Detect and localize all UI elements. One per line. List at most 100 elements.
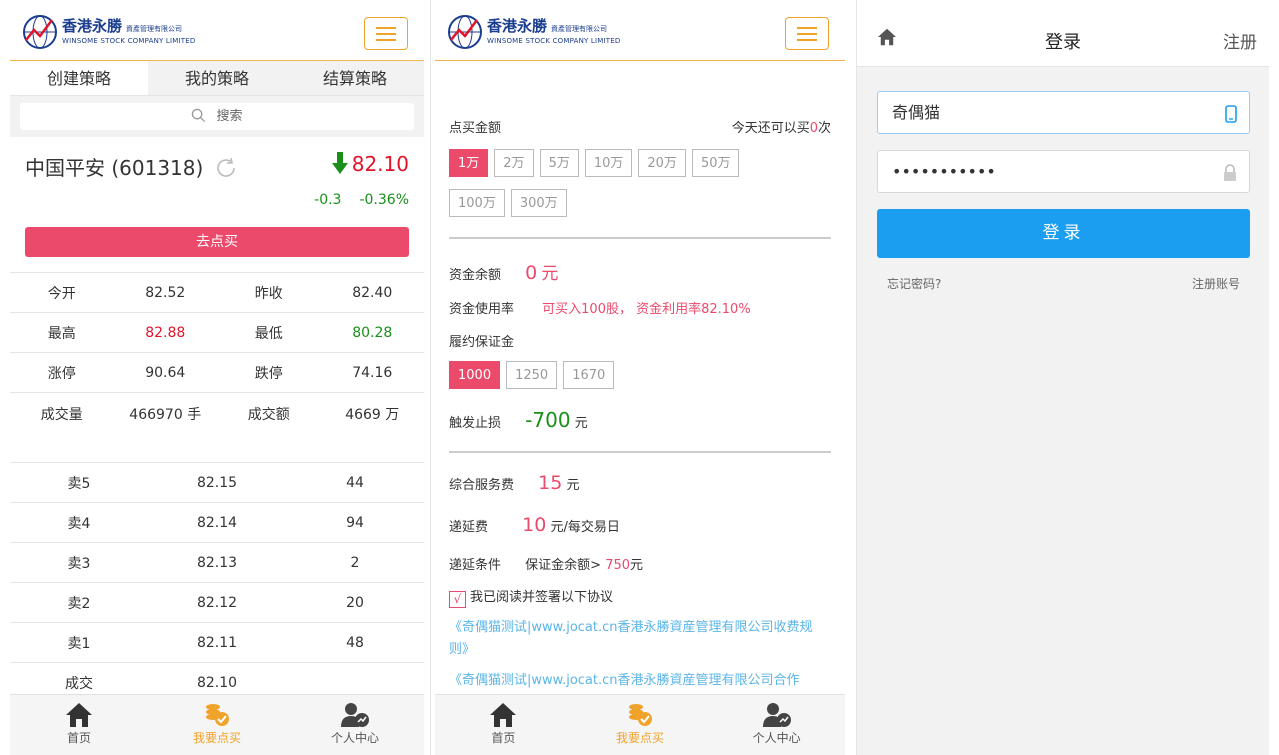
- register-link[interactable]: 注册: [1223, 28, 1257, 53]
- brand-name-en: WINSOME STOCK COMPANY LIMITED: [487, 37, 621, 45]
- page-title: 登录: [1045, 32, 1081, 53]
- brand-name: 香港永勝: [62, 17, 123, 35]
- lock-icon: [1224, 164, 1236, 181]
- stock-name: 中国平安 (601318): [25, 156, 204, 180]
- header: 香港永勝 資產管理有限公司 WINSOME STOCK COMPANY LIMIT…: [435, 0, 845, 61]
- bottom-nav: 首页 我要点买 个人中心: [10, 694, 424, 755]
- fee-label: 综合服务费: [449, 478, 515, 493]
- login-button[interactable]: 登录: [877, 209, 1250, 258]
- brand-name: 香港永勝: [487, 17, 548, 35]
- agreement-link[interactable]: 《奇偶猫测试|www.jocat.cn香港永勝資産管理有限公司收费规则》: [449, 617, 831, 661]
- defer-fee-value: 10: [522, 514, 547, 536]
- price-change-pct: -0.36%: [359, 192, 409, 208]
- margin-label: 履约保证金: [449, 335, 515, 350]
- register-account-link[interactable]: 注册账号: [1192, 275, 1240, 292]
- defer-condition-value: 750: [605, 558, 631, 573]
- menu-icon: [797, 27, 817, 29]
- balance-value: 0: [525, 262, 538, 284]
- amount-option[interactable]: 300万: [510, 189, 567, 217]
- bottom-nav: 首页 我要点买 个人中心: [435, 694, 845, 755]
- quote-table: 今开 82.52 昨收 82.40 最高 82.88 最低 80.28 涨停 90.64 跌停 7…: [10, 272, 424, 702]
- home-icon: [66, 703, 92, 727]
- stock-detail-panel: 香港永勝 資產管理有限公司 WINSOME STOCK COMPANY LIMIT…: [10, 0, 424, 755]
- amount-option[interactable]: 2万: [494, 149, 534, 177]
- brand-logo[interactable]: 香港永勝 資產管理有限公司 WINSOME STOCK COMPANY LIMIT…: [22, 14, 196, 50]
- login-panel: 登录 注册 奇偶猫 ••••••••••• 登录 忘记密码? 注册账号: [857, 0, 1269, 755]
- tab-create-strategy[interactable]: 创建策略: [10, 61, 148, 95]
- margin-option[interactable]: 1000: [449, 361, 501, 389]
- order-row: 卖1 82.11 48: [10, 622, 424, 662]
- stoploss-value: -700: [525, 408, 571, 432]
- phone-icon: [1225, 105, 1237, 123]
- amount-label: 点买金额: [449, 121, 502, 136]
- amount-option[interactable]: 1万: [449, 149, 489, 177]
- tab-settle-strategy[interactable]: 结算策略: [286, 61, 424, 95]
- amount-option[interactable]: 20万: [638, 149, 686, 177]
- margin-options: 1000 1250 1670: [449, 361, 831, 389]
- home-icon: [490, 703, 517, 727]
- globe-logo-icon: [448, 15, 482, 49]
- brand-logo[interactable]: 香港永勝 資產管理有限公司 WINSOME STOCK COMPANY LIMIT…: [447, 14, 621, 50]
- margin-option[interactable]: 1670: [563, 361, 615, 389]
- nav-home[interactable]: 首页: [10, 695, 148, 755]
- search-input[interactable]: 搜索: [20, 103, 414, 130]
- user-icon: [762, 703, 791, 727]
- refresh-icon[interactable]: [214, 155, 240, 181]
- balance-label: 资金余额: [449, 268, 502, 283]
- menu-button[interactable]: [785, 17, 829, 50]
- amount-option[interactable]: 5万: [539, 149, 579, 177]
- password-input[interactable]: •••••••••••: [877, 150, 1250, 193]
- remaining-text: 今天还可以买0次: [731, 121, 831, 136]
- brand-name-small: 資產管理有限公司: [551, 25, 608, 33]
- nav-home[interactable]: 首页: [435, 695, 572, 755]
- order-row: 卖4 82.14 94: [10, 502, 424, 542]
- menu-button[interactable]: [364, 17, 408, 50]
- brand-name-en: WINSOME STOCK COMPANY LIMITED: [62, 37, 196, 45]
- header: 登录 注册: [857, 0, 1269, 67]
- coins-icon: [206, 704, 229, 726]
- table-row: 最高 82.88 最低 80.28: [10, 312, 424, 352]
- agree-text: 我已阅读并签署以下协议: [470, 590, 614, 605]
- header: 香港永勝 資產管理有限公司 WINSOME STOCK COMPANY LIMIT…: [10, 0, 424, 61]
- down-arrow-icon: [331, 152, 348, 174]
- tab-my-strategy[interactable]: 我的策略: [148, 61, 286, 95]
- order-row: 卖2 82.12 20: [10, 582, 424, 622]
- buy-form-panel: 香港永勝 資產管理有限公司 WINSOME STOCK COMPANY LIMIT…: [435, 0, 845, 755]
- stoploss-label: 触发止损: [449, 416, 502, 431]
- nav-profile[interactable]: 个人中心: [708, 695, 845, 755]
- amount-option[interactable]: 50万: [691, 149, 740, 177]
- stock-price: 82.10: [351, 152, 409, 176]
- coins-icon: [629, 704, 652, 726]
- amount-option[interactable]: 10万: [584, 149, 633, 177]
- forgot-password-link[interactable]: 忘记密码?: [887, 275, 941, 292]
- defer-fee-label: 递延费: [449, 520, 489, 535]
- margin-option[interactable]: 1250: [506, 361, 558, 389]
- nav-profile[interactable]: 个人中心: [286, 695, 424, 755]
- search-icon: [192, 108, 206, 123]
- divider: [449, 451, 831, 453]
- table-row: 今开 82.52 昨收 82.40: [10, 272, 424, 312]
- defer-condition-label: 递延条件: [449, 558, 502, 573]
- price-change: -0.3: [314, 192, 342, 208]
- brand-name-small: 資產管理有限公司: [126, 25, 183, 33]
- agreement-link[interactable]: 《奇偶猫测试|www.jocat.cn香港永勝資産管理有限公司合作: [449, 670, 831, 692]
- search-label: 搜索: [216, 109, 243, 124]
- user-icon: [341, 703, 369, 727]
- username-input[interactable]: 奇偶猫: [877, 91, 1250, 134]
- amount-option[interactable]: 100万: [449, 189, 505, 217]
- table-row: 成交量 466970 手成交额 4669 万: [10, 392, 424, 462]
- agree-checkbox[interactable]: √: [449, 591, 466, 608]
- globe-logo-icon: [23, 15, 57, 49]
- fee-value: 15: [538, 472, 563, 494]
- nav-buy[interactable]: 我要点买: [572, 695, 709, 755]
- amount-options: 1万 2万 5万 10万 20万 50万: [449, 149, 831, 177]
- order-row: 卖5 82.15 44: [10, 462, 424, 502]
- go-buy-button[interactable]: 去点买: [25, 227, 409, 257]
- table-row: 涨停 90.64 跌停 74.16: [10, 352, 424, 392]
- usage-value: 可买入100股， 资金利用率82.10%: [542, 302, 751, 317]
- usage-label: 资金使用率: [449, 302, 515, 317]
- order-row: 卖3 82.13 2: [10, 542, 424, 582]
- nav-buy[interactable]: 我要点买: [148, 695, 286, 755]
- menu-icon: [376, 27, 396, 29]
- strategy-tabs: 创建策略 我的策略 结算策略: [10, 61, 424, 96]
